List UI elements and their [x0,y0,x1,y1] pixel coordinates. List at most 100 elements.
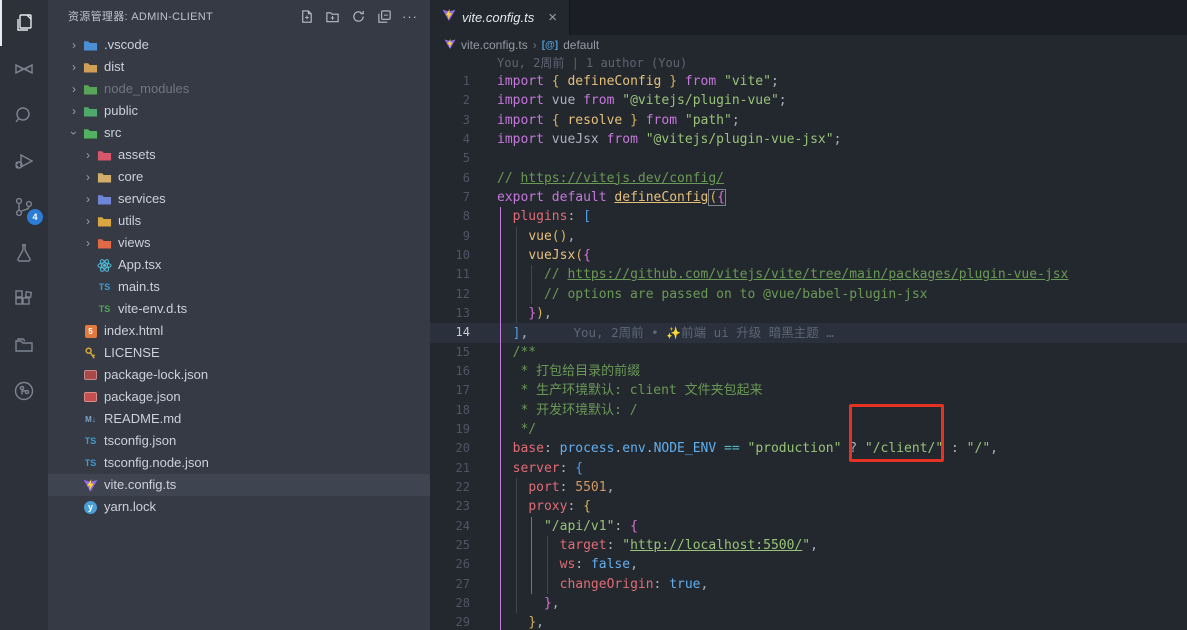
code-line-26[interactable]: 26 ws: false, [430,555,1187,574]
line-number[interactable]: 17 [430,381,470,400]
line-number[interactable]: 22 [430,478,470,497]
chevron-closed-icon[interactable]: › [80,192,96,206]
collapse-folders-icon[interactable] [374,6,394,26]
tree-item-package-lock.json[interactable]: package-lock.json [48,364,430,386]
code-line-18[interactable]: 18 * 开发环境默认: / [430,401,1187,420]
tree-item-assets[interactable]: ›assets [48,144,430,166]
tree-item-public[interactable]: ›public [48,100,430,122]
line-number[interactable]: 15 [430,343,470,362]
line-number[interactable]: 24 [430,517,470,536]
line-number[interactable]: 20 [430,439,470,458]
code-line-24[interactable]: 24 "/api/v1": { [430,517,1187,536]
line-number[interactable]: 5 [430,149,470,168]
explorer-icon[interactable] [0,0,48,46]
code-line-10[interactable]: 10 vueJsx({ [430,246,1187,265]
chevron-open-icon[interactable]: › [67,125,81,141]
code-line-8[interactable]: 8 plugins: [ [430,207,1187,226]
line-number[interactable]: 21 [430,459,470,478]
code-line-23[interactable]: 23 proxy: { [430,497,1187,516]
tree-item-node-modules[interactable]: ›node_modules [48,78,430,100]
line-number[interactable]: 28 [430,594,470,613]
line-number[interactable]: 2 [430,91,470,110]
tree-item-vite-env.d.ts[interactable]: TSvite-env.d.ts [48,298,430,320]
more-actions-icon[interactable]: ··· [400,6,420,26]
chevron-closed-icon[interactable]: › [80,214,96,228]
chevron-closed-icon[interactable]: › [80,236,96,250]
run-debug-icon[interactable] [0,138,48,184]
chevron-closed-icon[interactable]: › [80,170,96,184]
breadcrumb-file[interactable]: vite.config.ts [461,38,528,52]
code-line-4[interactable]: 4import vueJsx from "@vitejs/plugin-vue-… [430,130,1187,149]
line-number[interactable]: 10 [430,246,470,265]
tree-item-index.html[interactable]: 5index.html [48,320,430,342]
code-line-13[interactable]: 13 }), [430,304,1187,323]
chevron-closed-icon[interactable]: › [66,82,82,96]
line-number[interactable]: 7 [430,188,470,207]
code-line-21[interactable]: 21 server: { [430,459,1187,478]
tree-item-readme.md[interactable]: M↓README.md [48,408,430,430]
code-line-19[interactable]: 19 */ [430,420,1187,439]
code-line-12[interactable]: 12 // options are passed on to @vue/babe… [430,285,1187,304]
code-line-28[interactable]: 28 }, [430,594,1187,613]
code-line-27[interactable]: 27 changeOrigin: true, [430,575,1187,594]
line-number[interactable]: 11 [430,265,470,284]
tree-item-main.ts[interactable]: TSmain.ts [48,276,430,298]
code-line-2[interactable]: 2import vue from "@vitejs/plugin-vue"; [430,91,1187,110]
line-number[interactable]: 12 [430,285,470,304]
tree-item-services[interactable]: ›services [48,188,430,210]
refresh-icon[interactable] [348,6,368,26]
line-number[interactable]: 29 [430,613,470,630]
breadcrumb-symbol[interactable]: default [563,38,599,52]
code-line-9[interactable]: 9 vue(), [430,227,1187,246]
line-number[interactable]: 26 [430,555,470,574]
tab-close-icon[interactable]: × [546,9,559,26]
line-number[interactable]: 27 [430,575,470,594]
line-number[interactable]: 18 [430,401,470,420]
code-line-6[interactable]: 6// https://vitejs.dev/config/ [430,169,1187,188]
code-line-15[interactable]: 15 /** [430,343,1187,362]
line-number[interactable]: 1 [430,72,470,91]
line-number[interactable]: 16 [430,362,470,381]
code-line-25[interactable]: 25 target: "http://localhost:5500/", [430,536,1187,555]
git-graph-icon[interactable] [0,368,48,414]
new-file-icon[interactable] [296,6,316,26]
line-number[interactable]: 3 [430,111,470,130]
code-line-16[interactable]: 16 * 打包给目录的前缀 [430,362,1187,381]
code-line-5[interactable]: 5 [430,149,1187,168]
tree-item-.vscode[interactable]: ›.vscode [48,34,430,56]
chevron-closed-icon[interactable]: › [80,148,96,162]
file-explorer-icon[interactable] [0,322,48,368]
tree-item-vite.config.ts[interactable]: vite.config.ts [48,474,430,496]
code-line-14[interactable]: 14 ], You, 2周前 • ✨前端 ui 升级 暗黑主题 … [430,323,1187,342]
code-line-17[interactable]: 17 * 生产环境默认: client 文件夹包起来 [430,381,1187,400]
line-number[interactable]: 13 [430,304,470,323]
tree-item-package.json[interactable]: package.json [48,386,430,408]
tree-item-views[interactable]: ›views [48,232,430,254]
code-editor[interactable]: You, 2周前 | 1 author (You)1import { defin… [430,55,1187,630]
code-line-1[interactable]: 1import { defineConfig } from "vite"; [430,72,1187,91]
extensions-icon[interactable] [0,276,48,322]
test-beaker-icon[interactable] [0,230,48,276]
tree-item-tsconfig.json[interactable]: TStsconfig.json [48,430,430,452]
code-line-29[interactable]: 29 }, [430,613,1187,630]
tree-item-yarn.lock[interactable]: yyarn.lock [48,496,430,518]
line-number[interactable]: 19 [430,420,470,439]
line-number[interactable]: 8 [430,207,470,226]
tab-vite-config[interactable]: vite.config.ts × [430,0,570,35]
chevron-closed-icon[interactable]: › [66,104,82,118]
tree-item-tsconfig.node.json[interactable]: TStsconfig.node.json [48,452,430,474]
code-line-22[interactable]: 22 port: 5501, [430,478,1187,497]
line-number[interactable]: 23 [430,497,470,516]
tree-item-src[interactable]: ›src [48,122,430,144]
code-line-7[interactable]: 7export default defineConfig({ [430,188,1187,207]
tree-item-license[interactable]: LICENSE [48,342,430,364]
chevron-closed-icon[interactable]: › [66,60,82,74]
line-number[interactable]: 9 [430,227,470,246]
search-icon[interactable] [0,92,48,138]
line-number[interactable]: 25 [430,536,470,555]
tree-item-dist[interactable]: ›dist [48,56,430,78]
code-line-11[interactable]: 11 // https://github.com/vitejs/vite/tre… [430,265,1187,284]
code-line-3[interactable]: 3import { resolve } from "path"; [430,111,1187,130]
line-number[interactable]: 4 [430,130,470,149]
new-folder-icon[interactable] [322,6,342,26]
